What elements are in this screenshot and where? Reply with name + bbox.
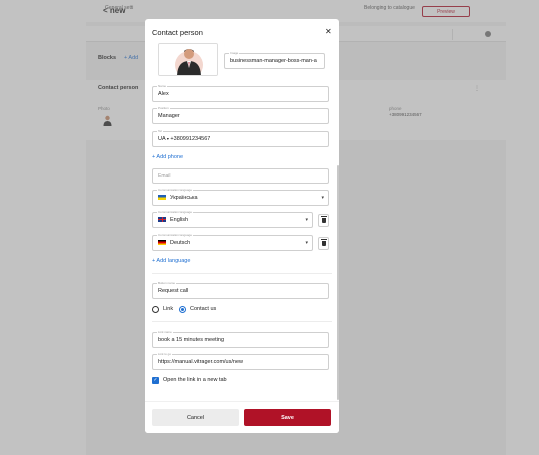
phone-field-label: Tel xyxy=(157,129,163,133)
button-name-value: Request call xyxy=(158,288,189,294)
language-name: English xyxy=(170,217,189,223)
language-value: English xyxy=(158,217,188,223)
germany-flag-icon xyxy=(158,240,166,246)
section-divider xyxy=(152,321,332,322)
link-url-field[interactable]: Link to go https://manual.vitrager.com/u… xyxy=(152,352,329,370)
link-name-value: book a 15 minutes meeting xyxy=(158,337,225,343)
add-language-link[interactable]: + Add language xyxy=(152,258,190,264)
image-url-field[interactable]: Image businessman-manager-boss-man-a xyxy=(224,51,325,69)
language-name: Українська xyxy=(170,195,198,201)
position-value: Manager xyxy=(158,113,180,119)
check-icon: ✓ xyxy=(153,377,158,383)
language-select-1[interactable]: Communication language Українська ▾ xyxy=(152,188,329,206)
country-code[interactable]: UA xyxy=(158,136,165,142)
chevron-down-icon[interactable]: ▾ xyxy=(321,195,324,201)
scrollbar[interactable] xyxy=(337,165,339,400)
dialog-title: Contact person xyxy=(152,28,203,37)
image-url-label: Image xyxy=(229,51,240,55)
contact-person-dialog: Contact person ✕ Image businessman-manag… xyxy=(145,19,339,433)
add-phone-link[interactable]: + Add phone xyxy=(152,154,183,160)
trash-icon xyxy=(320,216,327,223)
link-radio-label[interactable]: Link xyxy=(163,306,173,312)
email-field[interactable]: Email xyxy=(152,168,329,184)
name-value: Alex xyxy=(158,91,169,97)
cancel-button[interactable]: Cancel xyxy=(152,409,239,426)
name-label: Name xyxy=(157,84,168,88)
contact-us-radio[interactable] xyxy=(179,306,186,313)
language-name: Deutsch xyxy=(170,240,191,246)
phone-field-value: UA ▾ +380991234567 xyxy=(158,136,210,142)
save-button[interactable]: Save xyxy=(244,409,331,426)
position-label: Position xyxy=(157,106,170,110)
language-select-2[interactable]: Communication language English ▾ xyxy=(152,210,313,228)
section-divider xyxy=(152,273,332,274)
link-radio[interactable] xyxy=(152,306,159,313)
position-field[interactable]: Position Manager xyxy=(152,106,329,124)
email-placeholder: Email xyxy=(158,173,171,179)
language-label: Communication language xyxy=(157,233,194,237)
trash-icon xyxy=(320,239,327,246)
ukraine-flag-icon xyxy=(158,195,166,201)
name-field[interactable]: Name Alex xyxy=(152,84,329,102)
button-name-label: Button name xyxy=(157,281,177,285)
link-name-label: Link name xyxy=(157,330,173,334)
image-url-value: businessman-manager-boss-man-a xyxy=(230,58,317,64)
button-name-field[interactable]: Button name Request call xyxy=(152,281,329,299)
chevron-down-icon[interactable]: ▾ xyxy=(167,136,169,141)
chevron-down-icon[interactable]: ▾ xyxy=(305,240,308,246)
phone-field[interactable]: Tel UA ▾ +380991234567 xyxy=(152,129,329,147)
photo-preview[interactable] xyxy=(158,43,218,76)
phone-number: +380991234567 xyxy=(170,136,211,142)
link-url-label: Link to go xyxy=(157,352,173,356)
delete-language-button[interactable] xyxy=(318,237,329,250)
dialog-footer: Cancel Save xyxy=(145,401,339,433)
open-new-tab-label[interactable]: Open the link in a new tab xyxy=(163,377,227,383)
close-icon[interactable]: ✕ xyxy=(325,27,332,36)
language-select-3[interactable]: Communication language Deutsch ▾ xyxy=(152,233,313,251)
link-url-value: https://manual.vitrager.com/us/new xyxy=(158,359,243,365)
open-new-tab-checkbox[interactable]: ✓ xyxy=(152,377,159,384)
link-name-field[interactable]: Link name book a 15 minutes meeting xyxy=(152,330,329,348)
language-value: Deutsch xyxy=(158,240,190,246)
uk-flag-icon xyxy=(158,217,166,223)
delete-language-button[interactable] xyxy=(318,214,329,227)
chevron-down-icon[interactable]: ▾ xyxy=(305,217,308,223)
contact-us-radio-label[interactable]: Contact us xyxy=(190,306,216,312)
language-value: Українська xyxy=(158,195,198,201)
businessman-image xyxy=(159,44,217,75)
language-label: Communication language xyxy=(157,210,194,214)
language-label: Communication language xyxy=(157,188,194,192)
